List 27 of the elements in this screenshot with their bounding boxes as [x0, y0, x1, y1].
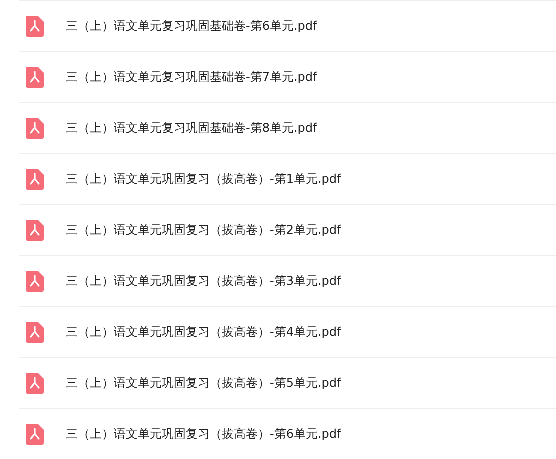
file-name: 三（上）语文单元复习巩固基础卷-第6单元.pdf	[66, 18, 318, 34]
file-name: 三（上）语文单元巩固复习（拔高卷）-第4单元.pdf	[66, 324, 342, 340]
pdf-file-icon	[26, 220, 44, 240]
file-row[interactable]: 三（上）语文单元巩固复习（拔高卷）-第3单元.pdf	[19, 255, 556, 306]
file-name: 三（上）语文单元巩固复习（拔高卷）-第5单元.pdf	[66, 374, 342, 392]
file-row[interactable]: 三（上）语文单元巩固复习（拔高卷）-第4单元.pdf	[19, 306, 556, 357]
pdf-file-icon	[26, 16, 44, 36]
file-name: 三（上）语文单元巩固复习（拔高卷）-第1单元.pdf	[66, 170, 342, 188]
file-row[interactable]: 三（上）语文单元巩固复习（拔高卷）-第6单元.pdf	[19, 408, 556, 459]
pdf-file-icon	[26, 424, 44, 444]
file-name: 三（上）语文单元复习巩固基础卷-第7单元.pdf	[66, 68, 318, 86]
pdf-file-icon	[26, 66, 44, 88]
pdf-file-icon	[26, 270, 44, 292]
file-row[interactable]: 三（上）语文单元巩固复习（拔高卷）-第1单元.pdf	[19, 153, 556, 204]
pdf-file-icon	[26, 322, 44, 342]
file-row[interactable]: 三（上）语文单元复习巩固基础卷-第8单元.pdf	[19, 102, 556, 153]
file-row[interactable]: 三（上）语文单元复习巩固基础卷-第6单元.pdf	[19, 0, 556, 51]
file-name: 三（上）语文单元巩固复习（拔高卷）-第2单元.pdf	[66, 222, 342, 238]
file-row[interactable]: 三（上）语文单元巩固复习（拔高卷）-第5单元.pdf	[19, 357, 556, 408]
file-name: 三（上）语文单元巩固复习（拔高卷）-第6单元.pdf	[66, 426, 342, 442]
pdf-file-icon	[26, 372, 44, 394]
file-name: 三（上）语文单元巩固复习（拔高卷）-第3单元.pdf	[66, 272, 342, 290]
file-row[interactable]: 三（上）语文单元巩固复习（拔高卷）-第2单元.pdf	[19, 204, 556, 255]
pdf-file-icon	[26, 118, 44, 138]
file-row[interactable]: 三（上）语文单元复习巩固基础卷-第7单元.pdf	[19, 51, 556, 102]
pdf-file-icon	[26, 168, 44, 190]
file-name: 三（上）语文单元复习巩固基础卷-第8单元.pdf	[66, 120, 318, 136]
